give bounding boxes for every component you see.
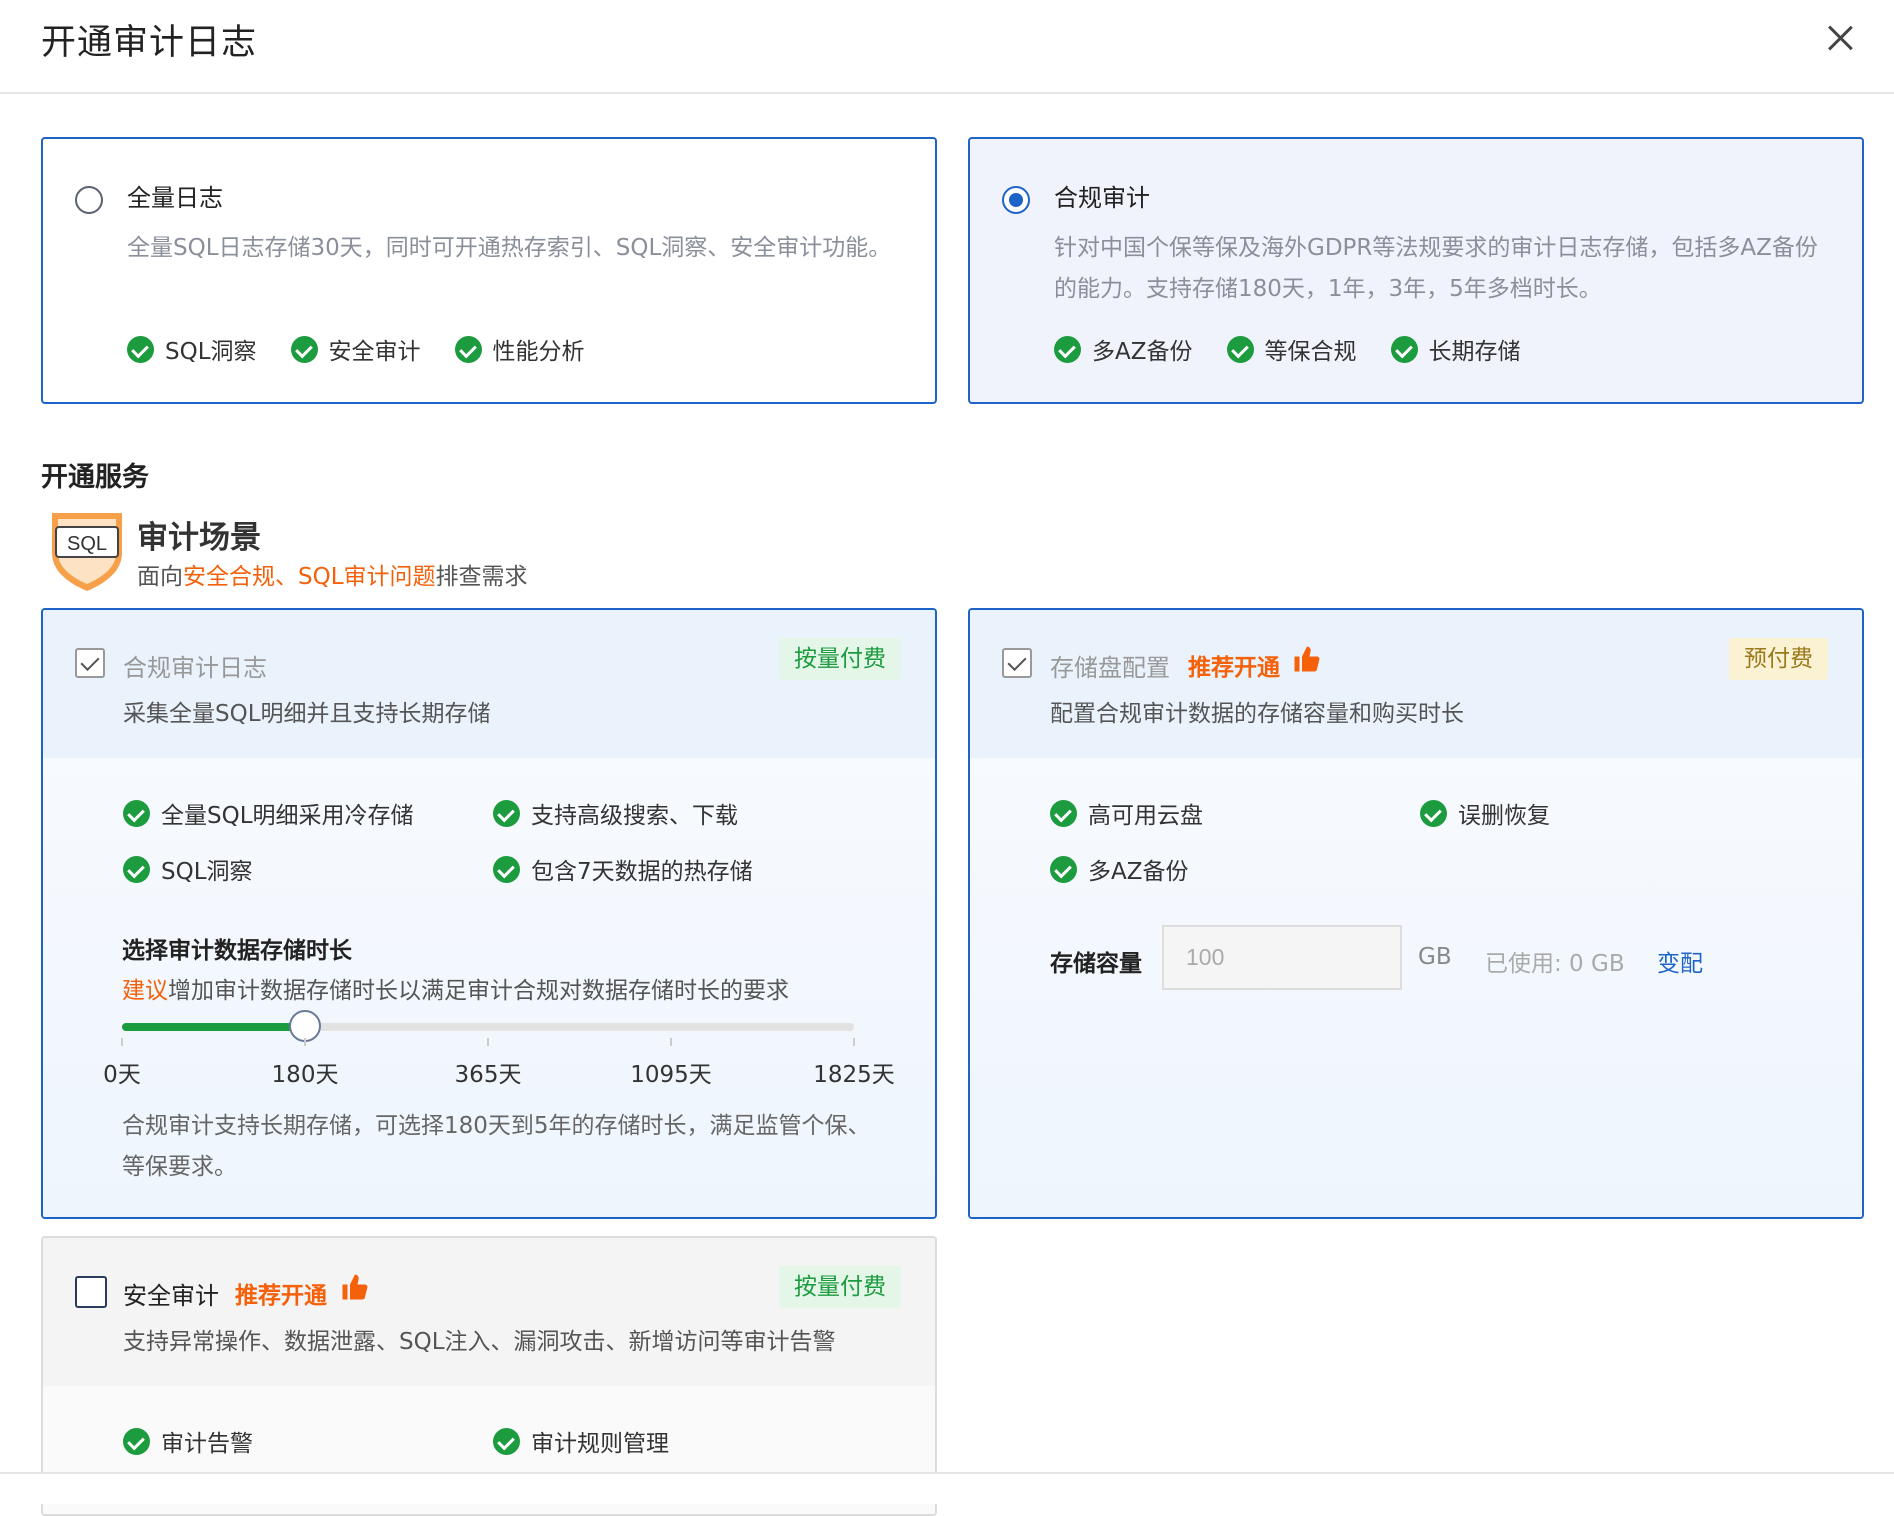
- check-circle-icon: [1420, 799, 1447, 827]
- check-circle-icon: [1050, 799, 1077, 827]
- slider-fill: [122, 1023, 305, 1031]
- check-circle-icon: [493, 855, 520, 883]
- card-subtitle: 支持异常操作、数据泄露、SQL注入、漏洞攻击、新增访问等审计告警: [123, 1329, 836, 1355]
- capacity-used: 已使用: 0 GB: [1485, 951, 1625, 977]
- footer-bar: [0, 1472, 1894, 1504]
- duration-note: 合规审计支持长期存储，可选择180天到5年的存储时长，满足监管个保、等保要求。: [122, 1113, 871, 1180]
- feature-item: 包含7天数据的热存储: [493, 852, 753, 886]
- option-tag: 等保合规: [1226, 332, 1357, 366]
- feature-item: 高可用云盘: [1050, 796, 1203, 830]
- duration-slider[interactable]: [122, 1010, 854, 1042]
- scene-subtitle: 面向安全合规、SQL审计问题排查需求: [137, 564, 528, 590]
- check-circle-icon: [127, 335, 154, 363]
- feature-item: 全量SQL明细采用冷存储: [123, 796, 414, 830]
- option-desc: 针对中国个保等保及海外GDPR等法规要求的审计日志存储，包括多AZ备份的能力。支…: [1054, 235, 1818, 302]
- check-circle-icon: [1390, 335, 1418, 363]
- check-circle-icon: [454, 335, 482, 363]
- check-circle-icon: [1226, 335, 1254, 363]
- recommend-label: 推荐开通: [1188, 655, 1280, 681]
- slider-tick: [487, 1038, 489, 1046]
- option-desc: 全量SQL日志存储30天，同时可开通热存索引、SQL洞察、安全审计功能。: [127, 235, 892, 261]
- recommend-label: 推荐开通: [235, 1283, 327, 1309]
- option-tag: 多AZ备份: [1054, 332, 1193, 366]
- card-title: 合规审计日志: [123, 654, 267, 682]
- card-title: 安全审计: [123, 1282, 219, 1310]
- slider-tick: [670, 1038, 672, 1046]
- check-circle-icon: [1050, 855, 1077, 883]
- slider-tick-label[interactable]: 180天: [272, 1055, 339, 1089]
- feature-item: 审计告警: [123, 1424, 253, 1458]
- dialog-header: 开通审计日志: [0, 0, 1894, 94]
- check-circle-icon: [123, 855, 150, 883]
- slider-tick: [121, 1038, 123, 1046]
- compliance-log-checkbox[interactable]: [75, 648, 105, 678]
- billing-badge: 按量付费: [779, 1266, 901, 1308]
- slider-tick-label[interactable]: 1825天: [813, 1055, 895, 1089]
- thumbs-up-icon: [342, 1274, 368, 1300]
- feature-item: SQL洞察: [123, 852, 253, 886]
- scene-title: 审计场景: [137, 520, 261, 556]
- card-subtitle: 采集全量SQL明细并且支持长期存储: [123, 701, 491, 727]
- option-full-log[interactable]: 全量日志 全量SQL日志存储30天，同时可开通热存索引、SQL洞察、安全审计功能…: [41, 137, 937, 404]
- option-tag: SQL洞察: [127, 332, 257, 366]
- security-audit-checkbox[interactable]: [75, 1276, 107, 1308]
- billing-badge: 预付费: [1729, 638, 1828, 680]
- slider-tick-label[interactable]: 365天: [455, 1055, 522, 1089]
- check-circle-icon: [493, 1427, 520, 1455]
- option-tag: 安全审计: [290, 332, 421, 366]
- feature-item: 误删恢复: [1420, 796, 1550, 830]
- check-circle-icon: [123, 799, 150, 827]
- duration-desc: 建议增加审计数据存储时长以满足审计合规对数据存储时长的要求: [122, 978, 789, 1004]
- radio-compliance-audit[interactable]: [1002, 186, 1030, 214]
- card-subtitle: 配置合规审计数据的存储容量和购买时长: [1050, 701, 1464, 727]
- check-circle-icon: [493, 799, 520, 827]
- slider-tick: [304, 1038, 306, 1046]
- option-title: 合规审计: [1054, 184, 1150, 212]
- feature-item: 支持高级搜索、下载: [493, 796, 738, 830]
- sql-icon-text: SQL: [67, 533, 107, 555]
- feature-item: 审计规则管理: [493, 1424, 669, 1458]
- radio-full-log[interactable]: [75, 186, 103, 214]
- card-title: 存储盘配置: [1050, 654, 1170, 682]
- change-config-link[interactable]: 变配: [1657, 944, 1703, 978]
- check-circle-icon: [290, 335, 318, 363]
- option-tag: 性能分析: [454, 332, 585, 366]
- section-title: 开通服务: [41, 462, 149, 493]
- feature-item: 多AZ备份: [1050, 852, 1189, 886]
- sql-shield-icon: SQL: [52, 513, 122, 591]
- option-compliance-audit[interactable]: 合规审计 针对中国个保等保及海外GDPR等法规要求的审计日志存储，包括多AZ备份…: [968, 137, 1864, 404]
- check-circle-icon: [123, 1427, 150, 1455]
- storage-config-card: 存储盘配置 推荐开通 预付费 配置合规审计数据的存储容量和购买时长: [968, 608, 1864, 1219]
- option-title: 全量日志: [127, 184, 223, 212]
- capacity-input[interactable]: 100: [1162, 925, 1402, 990]
- duration-title: 选择审计数据存储时长: [122, 938, 352, 964]
- billing-badge: 按量付费: [779, 638, 901, 680]
- close-icon[interactable]: [1822, 20, 1858, 56]
- slider-tick: [853, 1038, 855, 1046]
- thumbs-up-icon: [1294, 646, 1320, 672]
- option-tag: 长期存储: [1390, 332, 1521, 366]
- check-circle-icon: [1054, 335, 1081, 363]
- dialog-title: 开通审计日志: [41, 23, 258, 63]
- capacity-unit: GB: [1418, 944, 1452, 970]
- slider-tick-label[interactable]: 1095天: [630, 1055, 712, 1089]
- slider-tick-label[interactable]: 0天: [103, 1055, 141, 1089]
- storage-config-checkbox[interactable]: [1002, 648, 1032, 678]
- capacity-label: 存储容量: [1050, 951, 1142, 977]
